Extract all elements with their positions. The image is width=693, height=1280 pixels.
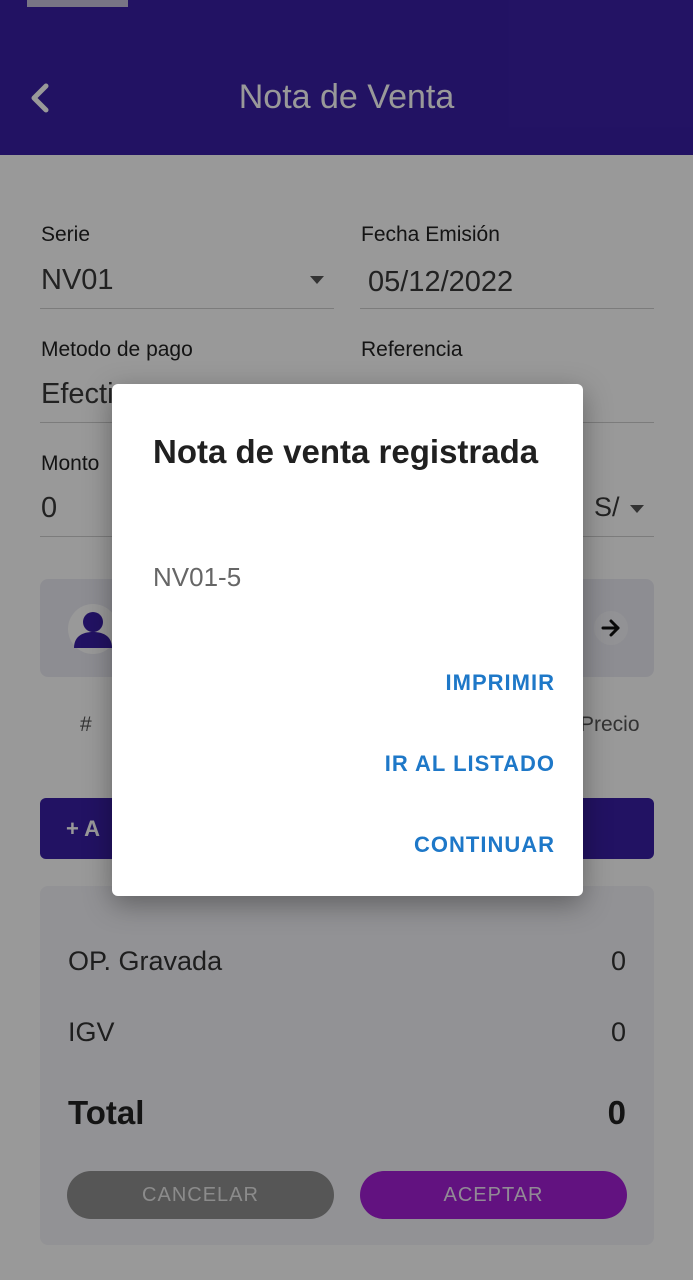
go-to-list-button[interactable]: IR AL LISTADO [385, 751, 555, 777]
dialog-message: NV01-5 [153, 562, 242, 592]
dialog-title: Nota de venta registrada [153, 433, 539, 470]
success-dialog: Nota de venta registrada NV01-5 IMPRIMIR… [112, 384, 583, 896]
continue-button[interactable]: CONTINUAR [414, 832, 555, 858]
print-button[interactable]: IMPRIMIR [446, 670, 555, 696]
